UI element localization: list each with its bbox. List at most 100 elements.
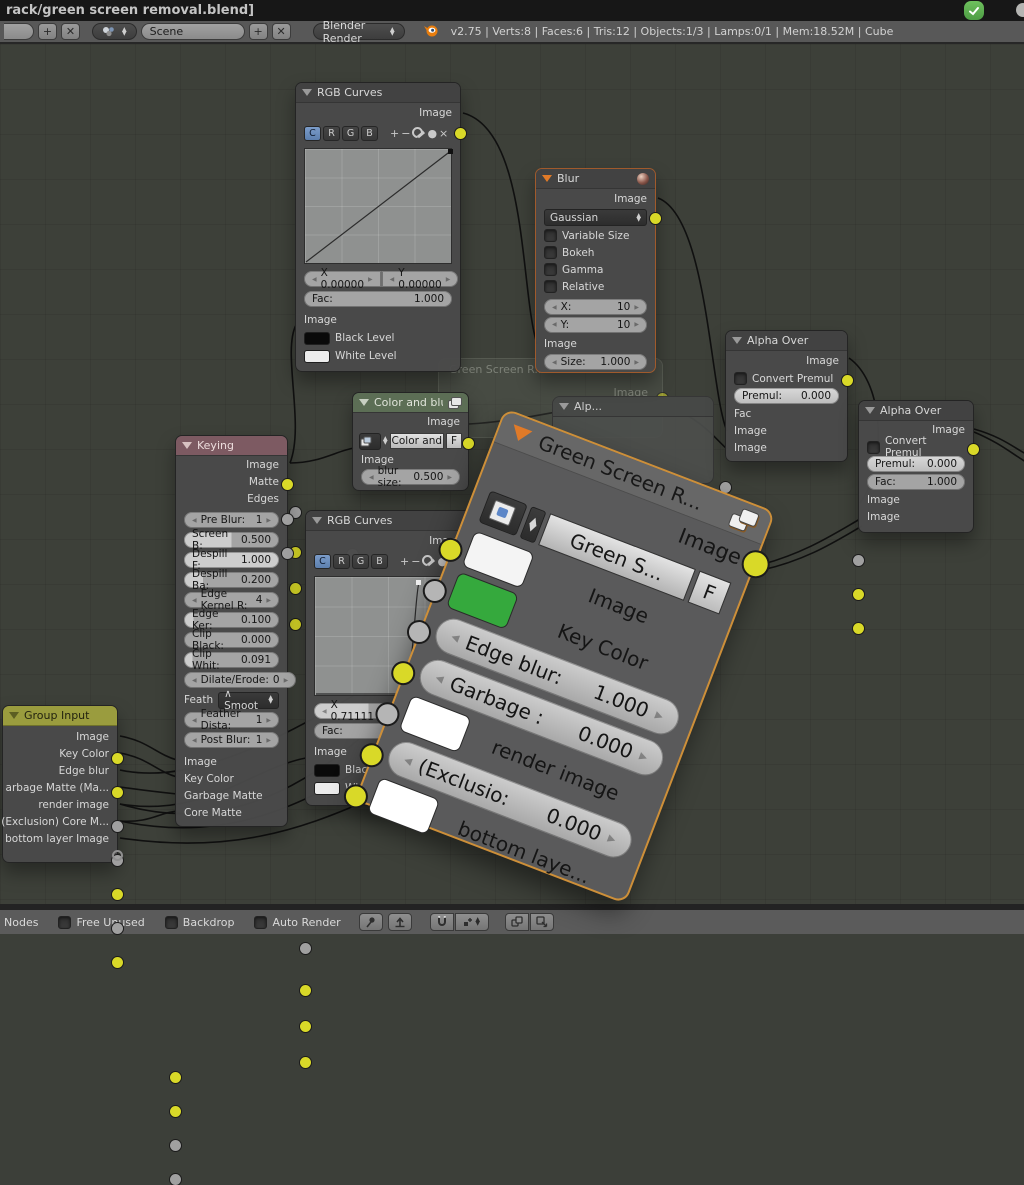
socket-output-edges[interactable] <box>282 548 293 559</box>
blur-size-slider[interactable]: blur size:0.500 <box>361 469 460 485</box>
white-level-swatch[interactable] <box>314 782 340 795</box>
collapse-triangle-icon[interactable] <box>509 424 533 444</box>
edge-kernel-radius-slider[interactable]: Edge Kernel R:4 <box>184 592 279 608</box>
fake-user-button[interactable]: F <box>446 433 462 449</box>
group-name-field[interactable]: Color and <box>390 433 444 449</box>
clip-white-slider[interactable]: Clip Whit:0.091 <box>184 652 279 668</box>
node-alpha-over-2[interactable]: Alpha Over Image Convert Premul Premul:0… <box>858 400 974 533</box>
socket-output-image[interactable] <box>455 128 466 139</box>
despill-factor-slider[interactable]: Despill F:1.000 <box>184 552 279 568</box>
socket-input-black-level[interactable] <box>300 1021 311 1032</box>
channel-b-button[interactable]: B <box>361 126 378 141</box>
datablock-icon-button[interactable] <box>359 433 381 450</box>
screen-balance-slider[interactable]: Screen B:0.500 <box>184 532 279 548</box>
clip-black-slider[interactable]: Clip Black:0.000 <box>184 632 279 648</box>
cycle-datablock-icon[interactable]: ▲▼ <box>383 437 388 445</box>
add-point-icon[interactable]: + <box>390 128 399 139</box>
socket-input-white-level[interactable] <box>290 619 301 630</box>
blur-y-slider[interactable]: Y:10 <box>544 317 647 333</box>
socket-input-image[interactable] <box>300 985 311 996</box>
black-level-swatch[interactable] <box>314 764 340 777</box>
socket-output-image[interactable] <box>463 438 474 449</box>
premul-slider[interactable]: Premul:0.000 <box>734 388 839 404</box>
node-keying[interactable]: Keying Image Matte Edges Pre Blur:1 Scre… <box>175 435 288 827</box>
point-x-slider[interactable]: X 0.00000 <box>304 271 381 287</box>
socket-input-white-level[interactable] <box>300 1057 311 1068</box>
collapse-triangle-icon[interactable] <box>542 175 552 182</box>
socket-input-core-matte[interactable] <box>170 1174 181 1185</box>
filter-type-select[interactable]: Gaussian ▲▼ <box>544 209 647 226</box>
post-blur-slider[interactable]: Post Blur:1 <box>184 732 279 748</box>
socket-input-black-level[interactable] <box>290 583 301 594</box>
pre-blur-slider[interactable]: Pre Blur:1 <box>184 512 279 528</box>
collapse-triangle-icon[interactable] <box>182 442 192 449</box>
remove-point-icon[interactable]: − <box>411 556 420 567</box>
channel-c-button[interactable]: C <box>304 126 321 141</box>
collapse-triangle-icon[interactable] <box>559 403 569 410</box>
socket-output-matte[interactable] <box>282 514 293 525</box>
premul-slider[interactable]: Premul:0.000 <box>867 456 965 472</box>
gamma-checkbox[interactable] <box>544 263 557 276</box>
point-y-slider[interactable]: Y 0.00000 <box>381 271 459 287</box>
collapse-triangle-icon[interactable] <box>302 89 312 96</box>
wrench-tools-icon[interactable] <box>412 127 425 139</box>
variable-size-checkbox[interactable] <box>544 229 557 242</box>
remove-point-icon[interactable]: − <box>401 128 410 139</box>
fac-slider[interactable]: Fac: 1.000 <box>304 291 452 307</box>
black-white-point-icon[interactable]: ● <box>427 128 437 139</box>
convert-premul-checkbox[interactable] <box>734 372 747 385</box>
node-alpha-over-1[interactable]: Alpha Over Image Convert Premul Premul:0… <box>725 330 848 462</box>
socket-output-image[interactable] <box>112 753 123 764</box>
channel-g-button[interactable]: G <box>352 554 369 569</box>
node-color-and-blur-group[interactable]: Color and blur ... Image ▲▼ Color and F … <box>352 392 469 491</box>
channel-b-button[interactable]: B <box>371 554 388 569</box>
socket-output-virtual[interactable] <box>112 850 123 861</box>
socket-input-image-2[interactable] <box>853 623 864 634</box>
curve-widget[interactable] <box>304 148 452 264</box>
reset-curve-icon[interactable]: × <box>439 128 448 139</box>
socket-output-render-image[interactable] <box>112 889 123 900</box>
add-point-icon[interactable]: + <box>400 556 409 567</box>
bokeh-checkbox[interactable] <box>544 246 557 259</box>
socket-output-bottom-layer-image[interactable] <box>112 957 123 968</box>
collapse-triangle-icon[interactable] <box>865 407 875 414</box>
node-group-input[interactable]: Group Input Image Key Color Edge blur ar… <box>2 705 118 863</box>
wrench-tools-icon[interactable] <box>422 555 435 567</box>
white-level-swatch[interactable] <box>304 350 330 363</box>
socket-input-fac[interactable] <box>300 943 311 954</box>
fac-slider[interactable]: Fac:1.000 <box>867 474 965 490</box>
socket-output-edge-blur[interactable] <box>112 821 123 832</box>
channel-c-button[interactable]: C <box>314 554 331 569</box>
collapse-triangle-icon[interactable] <box>312 517 322 524</box>
blur-x-slider[interactable]: X:10 <box>544 299 647 315</box>
socket-output-image[interactable] <box>968 444 979 455</box>
socket-input-garbage-matte[interactable] <box>170 1140 181 1151</box>
socket-input-image-1[interactable] <box>853 589 864 600</box>
relative-checkbox[interactable] <box>544 280 557 293</box>
socket-output-image[interactable] <box>650 213 661 224</box>
socket-output-image[interactable] <box>842 375 853 386</box>
feather-distance-slider[interactable]: Feather Dista:1 <box>184 712 279 728</box>
node-blur[interactable]: Blur Image Gaussian ▲▼ Variable Size Bok… <box>535 168 656 373</box>
collapse-triangle-icon[interactable] <box>9 712 19 719</box>
socket-input-key-color[interactable] <box>170 1106 181 1117</box>
size-slider[interactable]: Size:1.000 <box>544 354 647 370</box>
fake-user-button[interactable]: F <box>687 571 731 615</box>
socket-input-image[interactable] <box>170 1072 181 1083</box>
socket-output-exclusion-core-matte[interactable] <box>112 923 123 934</box>
edge-kernel-tolerance-slider[interactable]: Edge Ker:0.100 <box>184 612 279 628</box>
collapse-triangle-icon[interactable] <box>732 337 742 344</box>
dilate-erode-slider[interactable]: Dilate/Erode:0 <box>184 672 296 688</box>
socket-input-fac[interactable] <box>853 555 864 566</box>
collapse-triangle-icon[interactable] <box>359 399 369 406</box>
despill-balance-slider[interactable]: Despill Ba:0.200 <box>184 572 279 588</box>
channel-r-button[interactable]: R <box>333 554 350 569</box>
feather-falloff-select[interactable]: ∧ Smoot ▲▼ <box>218 692 279 709</box>
socket-output-image[interactable] <box>282 479 293 490</box>
convert-premul-checkbox[interactable] <box>867 441 880 454</box>
socket-output-key-color[interactable] <box>112 787 123 798</box>
channel-g-button[interactable]: G <box>342 126 359 141</box>
black-level-swatch[interactable] <box>304 332 330 345</box>
node-rgb-curves-1[interactable]: RGB Curves Image C R G B + − ● × X 0.000… <box>295 82 461 372</box>
channel-r-button[interactable]: R <box>323 126 340 141</box>
